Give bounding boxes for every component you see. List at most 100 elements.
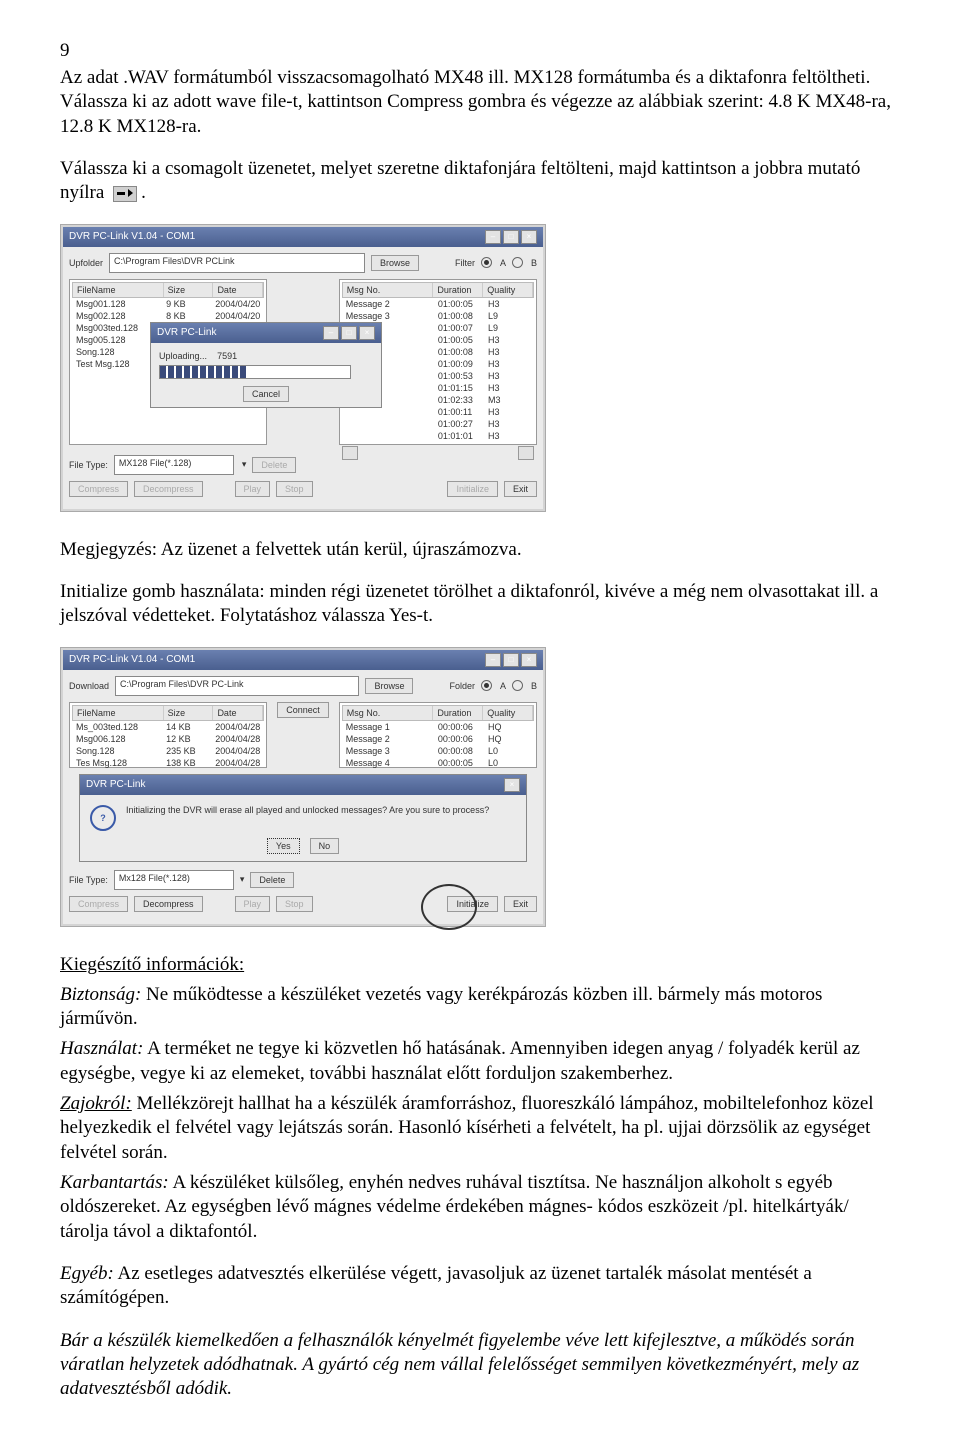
browse-button[interactable]: Browse <box>371 255 419 271</box>
col-quality: Quality <box>483 706 533 720</box>
list-item[interactable]: Message 3 <box>342 310 434 322</box>
upfolder-label: Upfolder <box>69 258 103 268</box>
filetype-select[interactable]: Mx128 File(*.128) <box>114 870 234 890</box>
col-date: Date <box>213 283 263 297</box>
close-icon[interactable]: × <box>521 230 537 244</box>
compress-button[interactable]: Compress <box>69 896 128 912</box>
list-item[interactable]: Message 4 <box>342 757 434 769</box>
screenshot-initialize: DVR PC-Link V1.04 - COM1 –□× Download C:… <box>60 647 546 927</box>
upfolder-input[interactable]: C:\Program Files\DVR PCLink <box>109 253 365 273</box>
window-titlebar: DVR PC-Link V1.04 - COM1 –□× <box>63 650 543 670</box>
close-icon[interactable]: × <box>504 778 520 792</box>
min-icon[interactable]: – <box>323 326 339 340</box>
usage: Használat: A terméket ne tegye ki közvet… <box>60 1037 900 1086</box>
upload-dialog: DVR PC-Link –□× Uploading... 7591 Cancel <box>150 322 382 408</box>
list-item[interactable]: Message 2 <box>342 733 434 745</box>
min-icon[interactable]: – <box>485 230 501 244</box>
dialog-message: Initializing the DVR will erase all play… <box>126 805 516 815</box>
close-icon[interactable]: × <box>359 326 375 340</box>
screenshot-upload: DVR PC-Link V1.04 - COM1 – □ × Upfolder … <box>60 224 546 512</box>
confirm-dialog: DVR PC-Link × ? Initializing the DVR will… <box>79 774 527 862</box>
col-duration: Duration <box>433 283 483 297</box>
list-item[interactable]: Message 1 <box>342 721 434 733</box>
radio-a-label: A <box>500 681 506 691</box>
dialog-title: DVR PC-Link <box>86 779 145 790</box>
connect-button[interactable]: Connect <box>277 702 329 718</box>
paragraph-2: Válassza ki a csomagolt üzenetet, melyet… <box>60 157 900 206</box>
window-title: DVR PC-Link V1.04 - COM1 <box>69 231 195 242</box>
cancel-button[interactable]: Cancel <box>243 386 289 402</box>
message-list-panel: Msg No. Duration Quality Message 100:00:… <box>339 702 537 768</box>
list-item[interactable]: Msg001.128 <box>72 298 162 310</box>
close-icon[interactable]: × <box>521 653 537 667</box>
col-date: Date <box>213 706 263 720</box>
initialize-button[interactable]: Initialize <box>447 481 498 497</box>
radio-b[interactable] <box>512 257 523 268</box>
col-name: FileName <box>73 706 164 720</box>
download-input[interactable]: C:\Program Files\DVR PC-Link <box>115 676 359 696</box>
stop-button[interactable]: Stop <box>276 481 313 497</box>
list-item[interactable]: Message 2 <box>342 298 434 310</box>
compress-button[interactable]: Compress <box>69 481 128 497</box>
page-number: 9 <box>60 40 900 62</box>
list-item[interactable]: Msg006.128 <box>72 733 162 745</box>
filter-label: Filter <box>455 258 475 268</box>
stop-button[interactable]: Stop <box>276 896 313 912</box>
browse-button[interactable]: Browse <box>365 678 413 694</box>
radio-a[interactable] <box>481 680 492 691</box>
col-size: Size <box>164 706 214 720</box>
no-button[interactable]: No <box>310 838 340 854</box>
kieg-heading: Kiegészítő információk: <box>60 953 900 977</box>
noise: Zajokról: Mellékzörejt hallhat ha a kész… <box>60 1092 900 1165</box>
note: Megjegyzés: Az üzenet a felvettek után k… <box>60 538 900 562</box>
file-list-panel: FileName Size Date Msg001.1289 KB2004/04… <box>69 279 267 445</box>
uploading-label: Uploading... <box>159 351 207 361</box>
scroll-right-icon[interactable] <box>518 446 534 460</box>
col-size: Size <box>164 283 214 297</box>
folder-label: Folder <box>449 681 475 691</box>
max-icon[interactable]: □ <box>503 653 519 667</box>
decompress-button[interactable]: Decompress <box>134 481 203 497</box>
play-button[interactable]: Play <box>235 896 271 912</box>
play-button[interactable]: Play <box>235 481 271 497</box>
other: Egyéb: Az esetleges adatvesztés elkerülé… <box>60 1262 900 1311</box>
delete-button[interactable]: Delete <box>250 872 294 888</box>
exit-button[interactable]: Exit <box>504 896 537 912</box>
filetype-select[interactable]: MX128 File(*.128) <box>114 455 234 475</box>
upload-pct: 7591 <box>217 351 237 361</box>
min-icon[interactable]: – <box>485 653 501 667</box>
list-item[interactable]: Message 3 <box>342 745 434 757</box>
scroll-left-icon[interactable] <box>342 446 358 460</box>
filetype-label: File Type: <box>69 875 108 885</box>
radio-b-label: B <box>531 681 537 691</box>
list-item[interactable]: Msg002.128 <box>72 310 162 322</box>
download-label: Download <box>69 681 109 691</box>
max-icon[interactable]: □ <box>341 326 357 340</box>
safety: Biztonság: Ne működtesse a készüléket ve… <box>60 983 900 1032</box>
col-name: FileName <box>73 283 164 297</box>
delete-button[interactable]: Delete <box>252 457 296 473</box>
col-duration: Duration <box>433 706 483 720</box>
progress-bar <box>159 365 351 379</box>
list-item[interactable]: Ms_003ted.128 <box>72 721 162 733</box>
yes-button[interactable]: Yes <box>267 838 300 854</box>
maintenance: Karbantartás: A készüléket külsőleg, eny… <box>60 1171 900 1244</box>
decompress-button[interactable]: Decompress <box>134 896 203 912</box>
col-msgno: Msg No. <box>343 283 434 297</box>
file-list-panel: FileName Size Date Ms_003ted.12814 KB200… <box>69 702 267 768</box>
list-item[interactable]: Song.128 <box>72 745 162 757</box>
highlight-circle <box>421 884 477 930</box>
window-title: DVR PC-Link V1.04 - COM1 <box>69 654 195 665</box>
radio-a[interactable] <box>481 257 492 268</box>
col-quality: Quality <box>483 283 533 297</box>
p2-end: . <box>141 182 146 203</box>
question-icon: ? <box>90 805 116 831</box>
exit-button[interactable]: Exit <box>504 481 537 497</box>
arrow-right-icon <box>113 186 137 202</box>
disclaimer: Bár a készülék kiemelkedően a felhasznál… <box>60 1329 900 1402</box>
paragraph-1: Az adat .WAV formátumból visszacsomagolh… <box>60 66 900 139</box>
list-item[interactable]: Tes Msg.128 <box>72 757 162 769</box>
radio-b[interactable] <box>512 680 523 691</box>
upload-title: DVR PC-Link <box>157 327 216 338</box>
max-icon[interactable]: □ <box>503 230 519 244</box>
